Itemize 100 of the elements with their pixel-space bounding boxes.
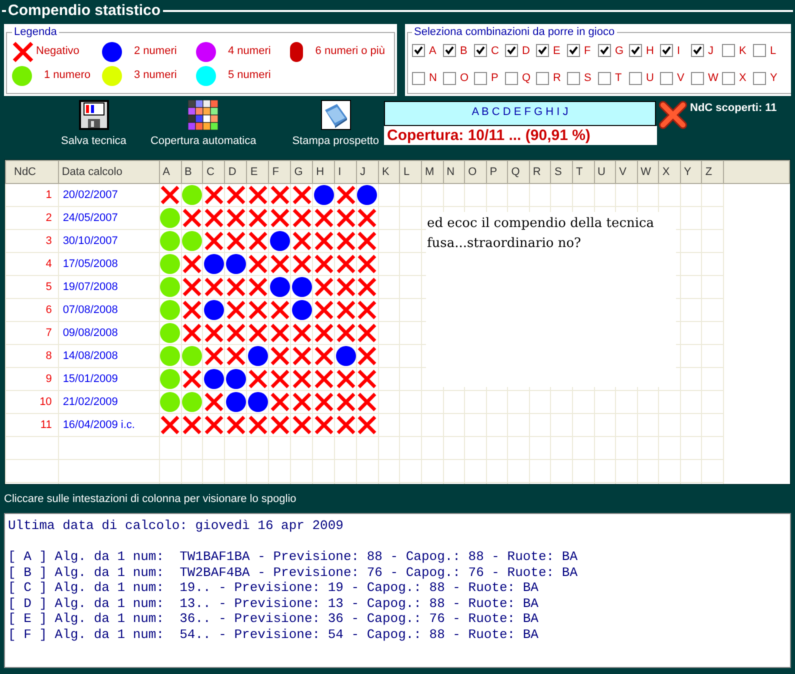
checkbox-label: X bbox=[739, 71, 746, 86]
checkbox[interactable] bbox=[474, 44, 487, 58]
checkbox-label: W bbox=[708, 71, 718, 86]
output-line: [ B ] Alg. da 1 num: TW2BAF4BA - Previsione: 76 - Capog.: 76 - Ruote: BA bbox=[8, 564, 578, 580]
column-header[interactable]: G bbox=[290, 160, 313, 184]
checkbox[interactable] bbox=[691, 44, 704, 58]
selection-title: Seleziona combinazioni da porre in gioco bbox=[412, 24, 617, 40]
column-header[interactable]: U bbox=[594, 160, 616, 184]
window-title: Compendio statistico bbox=[7, 0, 162, 21]
checkbox[interactable] bbox=[753, 44, 766, 58]
coverage-text: Copertura: 10/11 ... (90,91 %) bbox=[384, 126, 657, 145]
cross-icon bbox=[658, 100, 688, 130]
cross-icon bbox=[182, 369, 202, 389]
cross-icon bbox=[292, 323, 312, 343]
column-header[interactable]: Data calcolo bbox=[58, 160, 160, 184]
cross-icon bbox=[248, 277, 268, 297]
cross-icon bbox=[357, 415, 378, 435]
column-header[interactable]: V bbox=[616, 160, 638, 184]
checkbox-label: D bbox=[522, 44, 530, 58]
row-number: 2 bbox=[6, 206, 58, 230]
output-line: [ F ] Alg. da 1 num: 54.. - Previsione: 54 - Capog.: 88 - Ruote: BA bbox=[8, 626, 540, 642]
column-header[interactable]: J bbox=[356, 160, 378, 184]
checkbox[interactable] bbox=[660, 44, 673, 58]
checkbox-label: P bbox=[491, 71, 498, 86]
cross-icon bbox=[357, 231, 378, 251]
cross-icon bbox=[226, 346, 246, 366]
column-header[interactable]: P bbox=[486, 160, 508, 184]
checkbox[interactable] bbox=[536, 72, 549, 85]
output-line: Ultima data di calcolo: giovedì 16 apr 2009 bbox=[8, 518, 344, 534]
column-header[interactable]: E bbox=[246, 160, 269, 184]
column-header[interactable]: H bbox=[312, 160, 335, 184]
cross-icon bbox=[270, 415, 290, 435]
cross-icon bbox=[336, 254, 356, 274]
column-header[interactable]: Q bbox=[508, 160, 530, 184]
checkbox[interactable] bbox=[629, 44, 642, 58]
column-header[interactable]: Z bbox=[702, 160, 724, 184]
checkbox[interactable] bbox=[722, 44, 735, 58]
column-header[interactable]: M bbox=[421, 160, 444, 184]
hint-text: Cliccare sulle intestazioni di colonna per visionare lo spoglio bbox=[4, 492, 296, 507]
checkbox[interactable] bbox=[412, 44, 425, 58]
column-header[interactable]: W bbox=[637, 160, 659, 184]
checkbox-label: J bbox=[708, 44, 714, 58]
checkbox[interactable] bbox=[722, 72, 735, 85]
column-header[interactable]: O bbox=[464, 160, 486, 184]
column-header[interactable]: A bbox=[159, 160, 181, 184]
cross-icon bbox=[292, 231, 312, 251]
column-header[interactable]: NdC bbox=[6, 160, 58, 184]
checkbox[interactable] bbox=[629, 72, 642, 85]
column-header[interactable]: B bbox=[181, 160, 203, 184]
output-line: [ C ] Alg. da 1 num: 19.. - Previsione: 19 - Capog.: 88 - Ruote: BA bbox=[8, 580, 540, 596]
toolbar-button[interactable]: Copertura automatica bbox=[148, 100, 258, 150]
legend-title: Legenda bbox=[12, 24, 59, 40]
cross-icon bbox=[314, 323, 334, 343]
checkbox-label: L bbox=[770, 44, 776, 58]
column-header[interactable]: X bbox=[658, 160, 680, 184]
checkbox-label: U bbox=[646, 71, 654, 86]
checkbox[interactable] bbox=[691, 72, 704, 85]
date-cell: 17/05/2008 bbox=[58, 252, 160, 276]
checkbox[interactable] bbox=[536, 44, 549, 58]
cross-icon bbox=[292, 208, 312, 228]
column-header[interactable]: R bbox=[529, 160, 551, 184]
checkbox[interactable] bbox=[505, 72, 518, 85]
color-grid-icon bbox=[188, 100, 218, 130]
checkbox[interactable] bbox=[443, 72, 456, 85]
column-header[interactable]: S bbox=[550, 160, 573, 184]
column-header[interactable]: Y bbox=[680, 160, 702, 184]
toolbar-button[interactable]: Salva tecnica bbox=[59, 100, 128, 150]
date-cell: 19/07/2008 bbox=[58, 276, 160, 298]
row-number: 8 bbox=[6, 344, 58, 368]
column-header[interactable]: L bbox=[400, 160, 422, 184]
checkbox[interactable] bbox=[660, 72, 673, 85]
cross-icon bbox=[292, 346, 312, 366]
checkbox[interactable] bbox=[474, 72, 487, 85]
column-header[interactable]: T bbox=[572, 160, 594, 184]
column-header[interactable]: F bbox=[268, 160, 291, 184]
date-cell: 21/02/2009 bbox=[58, 390, 160, 414]
cross-icon bbox=[292, 185, 312, 205]
toolbar-button[interactable]: Stampa prospetto bbox=[290, 100, 382, 150]
checkbox[interactable] bbox=[443, 44, 456, 58]
note-text: ed ecoc il compendio della tecnica fusa...straordinario no? bbox=[426, 215, 656, 253]
checkbox[interactable] bbox=[598, 44, 611, 58]
checkbox[interactable] bbox=[753, 72, 766, 85]
cross-icon bbox=[248, 254, 268, 274]
checkbox[interactable] bbox=[598, 72, 611, 85]
checkbox-label: H bbox=[646, 44, 654, 58]
checkbox[interactable] bbox=[567, 44, 580, 58]
cross-icon bbox=[292, 254, 312, 274]
row-number: 3 bbox=[6, 230, 58, 252]
column-header[interactable]: C bbox=[202, 160, 225, 184]
cross-icon bbox=[270, 300, 290, 320]
column-header[interactable]: D bbox=[224, 160, 247, 184]
column-header[interactable]: I bbox=[334, 160, 356, 184]
cross-icon bbox=[292, 415, 312, 435]
checkbox-label: F bbox=[584, 44, 591, 58]
column-header[interactable]: K bbox=[378, 160, 400, 184]
column-header[interactable]: N bbox=[443, 160, 465, 184]
date-cell: 15/01/2009 bbox=[58, 368, 160, 390]
checkbox[interactable] bbox=[412, 72, 425, 85]
checkbox[interactable] bbox=[567, 72, 580, 85]
checkbox[interactable] bbox=[505, 44, 518, 58]
